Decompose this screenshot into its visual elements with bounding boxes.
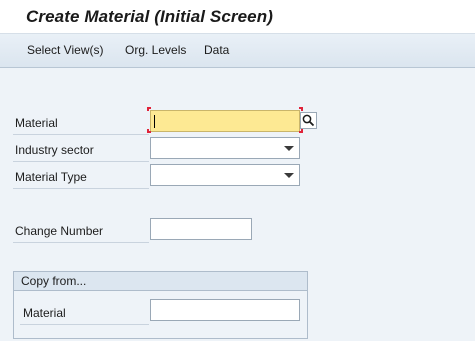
- chevron-down-icon: [284, 173, 294, 178]
- chevron-down-icon: [284, 146, 294, 151]
- industry-sector-label-underline: [13, 161, 149, 162]
- industry-sector-label: Industry sector: [15, 143, 94, 157]
- material-search-button[interactable]: [300, 112, 317, 129]
- select-views-button[interactable]: Select View(s): [27, 43, 103, 57]
- copy-from-material-input[interactable]: [150, 299, 300, 321]
- change-number-label-underline: [13, 242, 149, 243]
- required-marker: [299, 107, 303, 111]
- change-number-input[interactable]: [150, 218, 252, 240]
- text-cursor: [154, 115, 155, 128]
- material-type-label: Material Type: [15, 170, 87, 184]
- copy-from-title: Copy from...: [21, 274, 87, 288]
- org-levels-button[interactable]: Org. Levels: [125, 43, 186, 57]
- material-type-label-underline: [13, 188, 149, 189]
- copy-from-material-underline: [20, 324, 149, 325]
- page-title: Create Material (Initial Screen): [26, 7, 273, 26]
- required-marker: [147, 129, 151, 133]
- copy-from-header: Copy from...: [14, 272, 307, 291]
- industry-sector-select[interactable]: [150, 137, 300, 159]
- material-type-select[interactable]: [150, 164, 300, 186]
- data-button[interactable]: Data: [204, 43, 229, 57]
- required-marker: [299, 129, 303, 133]
- required-marker: [147, 107, 151, 111]
- material-label: Material: [15, 116, 58, 130]
- copy-from-material-label: Material: [23, 306, 66, 320]
- material-input[interactable]: [150, 110, 300, 132]
- title-bar: Create Material (Initial Screen): [0, 0, 475, 34]
- copy-from-group: Copy from... Material: [13, 271, 308, 339]
- toolbar: Select View(s) Org. Levels Data: [0, 34, 475, 68]
- main-content: Material Industry sector Material Type C…: [0, 68, 475, 341]
- material-label-underline: [13, 134, 149, 135]
- change-number-label: Change Number: [15, 224, 104, 238]
- search-icon: [302, 114, 315, 127]
